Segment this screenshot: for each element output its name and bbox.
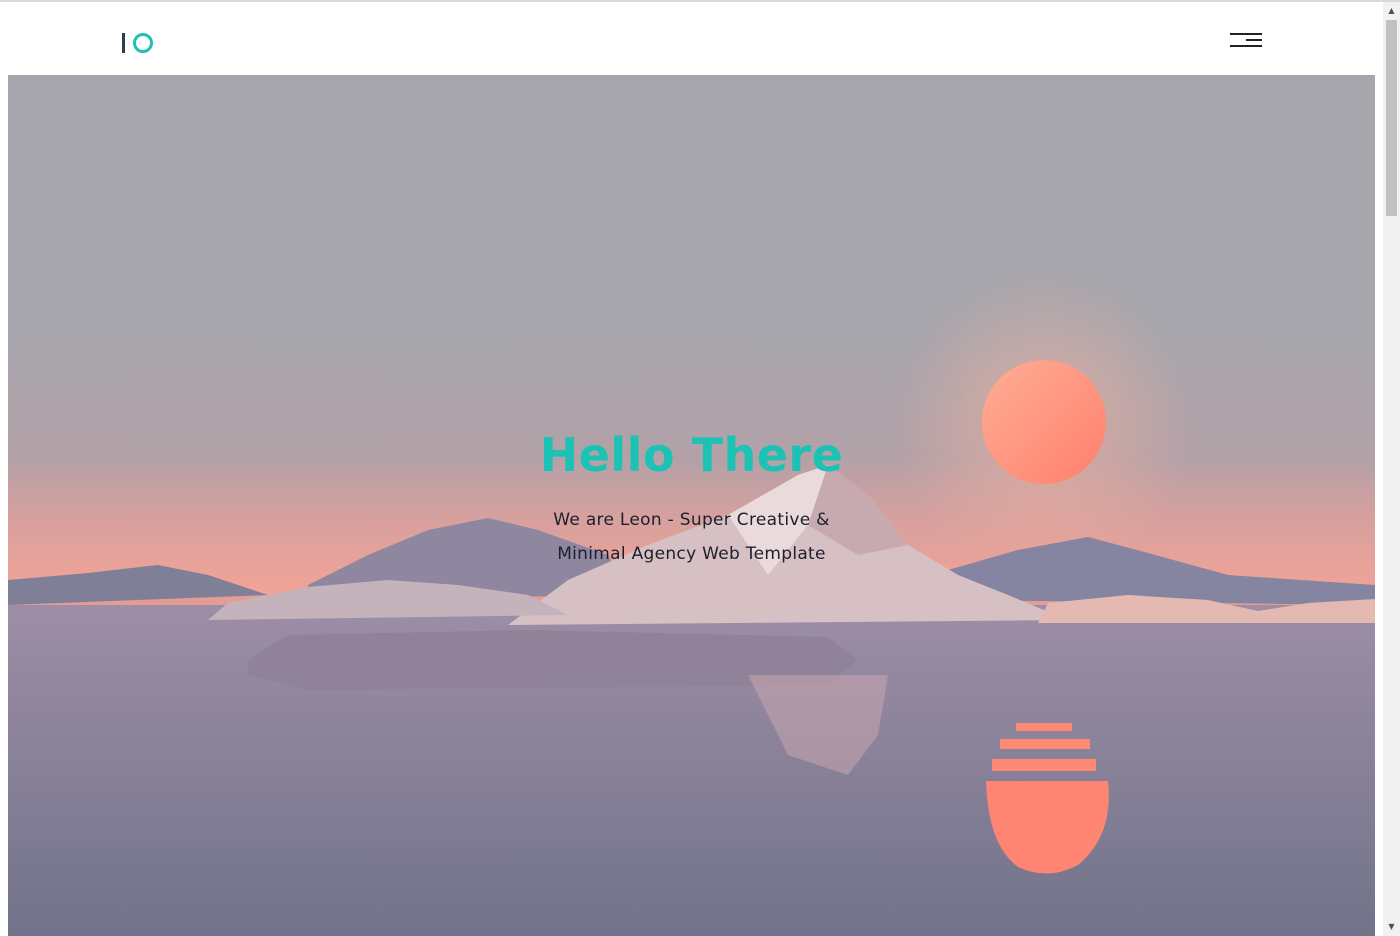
browser-viewport: IO	[0, 0, 1400, 936]
scrollbar-thumb[interactable]	[1386, 20, 1397, 216]
menu-line-middle	[1246, 39, 1262, 41]
menu-line-bottom	[1230, 45, 1262, 47]
hamburger-menu-icon[interactable]	[1230, 31, 1262, 53]
navbar: IO	[8, 3, 1376, 75]
vertical-scrollbar[interactable]: ▲ ▼	[1383, 2, 1400, 936]
hero-section: Hello There We are Leon - Super Creative…	[8, 75, 1375, 936]
logo-ring-mark	[133, 33, 153, 53]
hero-content: Hello There We are Leon - Super Creative…	[8, 427, 1375, 571]
top-border	[0, 0, 1400, 2]
hero-subtitle: We are Leon - Super Creative & Minimal A…	[553, 510, 830, 564]
hero-title: Hello There	[539, 428, 844, 482]
arrow-down-icon[interactable]: ▼	[1383, 920, 1400, 934]
menu-line-top	[1230, 33, 1262, 35]
site-logo[interactable]: IO	[122, 29, 153, 57]
logo-bar-mark	[122, 33, 125, 53]
arrow-up-icon[interactable]: ▲	[1383, 4, 1400, 18]
